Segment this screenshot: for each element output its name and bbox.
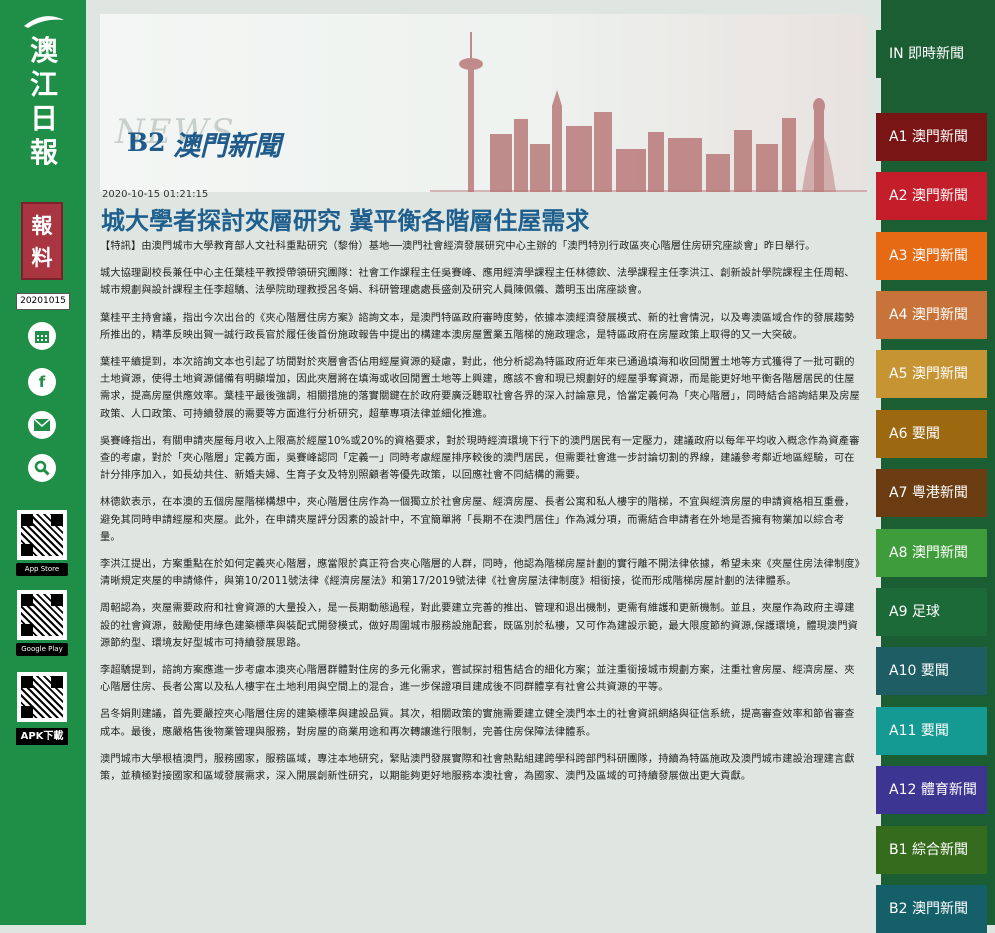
logo-char: 澳: [29, 34, 58, 67]
mail-glyph-icon: [33, 418, 51, 431]
article-body: 【特訊】由澳門城市大學教育部人文社科重點研究（黎佾）基地──澳門社會經濟發展研究…: [100, 238, 863, 795]
date-selector[interactable]: 20201015: [16, 293, 70, 310]
calendar-glyph-icon: [35, 331, 49, 343]
nav-item-a5[interactable]: A5 澳門新聞: [876, 350, 987, 398]
news-tip-char: 料: [31, 245, 53, 270]
nav-item-a8[interactable]: A8 澳門新聞: [876, 529, 987, 577]
nav-item-a9[interactable]: A9 足球: [876, 588, 987, 636]
apk-download-button[interactable]: APK下載: [16, 728, 68, 745]
article-paragraph: 【特訊】由澳門城市大學教育部人文社科重點研究（黎佾）基地──澳門社會經濟發展研究…: [100, 241, 816, 252]
logo-text: 澳 江 日 報: [15, 34, 73, 170]
nav-item-in[interactable]: IN 即時新聞: [876, 30, 987, 78]
logo-char: 江: [29, 68, 58, 101]
nav-item-b2[interactable]: B2 澳門新聞: [876, 885, 987, 933]
nav-item-a2[interactable]: A2 澳門新聞: [876, 172, 987, 220]
article-paragraph: 葉桂平主持會議，指出今次出台的《夾心階層住房方案》諮詢文本，是澳門特區政府審時度…: [100, 312, 855, 341]
nav-item-a11[interactable]: A11 要聞: [876, 707, 987, 755]
nav-item-a7[interactable]: A7 粵港新聞: [876, 469, 987, 517]
section-title: 澳門新聞: [173, 131, 281, 162]
apk-qr-code: [17, 672, 67, 722]
article-paragraph: 呂冬娟則建議，首先要嚴控夾心階層住房的建築標準與建設品質。其次，相關政策的實施需…: [100, 709, 855, 738]
macau-skyline-illustration: [430, 32, 867, 192]
nav-item-a1[interactable]: A1 澳門新聞: [876, 113, 987, 161]
article-paragraph: 李洪江提出，方案重點在於如何定義夾心階層，應當限於真正符合夾心階層的人群，同時，…: [100, 559, 860, 588]
nav-item-a12[interactable]: A12 體育新聞: [876, 766, 987, 814]
article-paragraph: 李超驕提到，諮詢方案應進一步考慮本澳夾心階層群體對住房的多元化需求，嘗試探討租售…: [100, 665, 855, 694]
article-paragraph: 葉桂平續提到，本次諮詢文本也引起了坊間對於夾層會否佔用經屋資源的疑慮，對此，他分…: [100, 357, 860, 420]
section-banner: NEWS B2 澳門新聞: [100, 14, 867, 192]
app-store-qr-code: [17, 510, 67, 560]
google-play-qr-code: [17, 590, 67, 640]
news-tip-char: 報: [31, 213, 53, 238]
article-paragraph: 周軺認為，夾屋需要政府和社會資源的大量投入，是一長期動態過程，對此要建立完善的推…: [100, 603, 859, 649]
article-timestamp: 2020-10-15 01:21:15: [102, 189, 209, 200]
logo-char: 日: [29, 102, 58, 135]
facebook-icon[interactable]: f: [28, 368, 56, 396]
nav-item-b1[interactable]: B1 綜合新聞: [876, 826, 987, 874]
search-glyph-icon: [34, 460, 50, 476]
calendar-icon[interactable]: [28, 322, 56, 350]
app-store-badge[interactable]: App Store: [16, 563, 68, 576]
nav-item-a4[interactable]: A4 澳門新聞: [876, 291, 987, 339]
article-paragraph: 林德欽表示，在本澳的五個房屋階梯構想中，夾心階層住房作為一個獨立於社會房屋、經濟…: [100, 497, 855, 543]
nav-item-a6[interactable]: A6 要聞: [876, 410, 987, 458]
mail-icon[interactable]: [28, 411, 56, 439]
article-paragraph: 吳賽峰指出，有關申請夾屋每月收入上限高於經屋10%或20%的資格要求，對於現時經…: [100, 435, 860, 482]
nav-item-a3[interactable]: A3 澳門新聞: [876, 232, 987, 280]
logo-swoosh-icon: [24, 16, 64, 28]
logo-char: 報: [29, 136, 58, 169]
left-sidebar: 澳 江 日 報 報 料 20201015 f App Store Google …: [0, 0, 86, 925]
nav-item-a10[interactable]: A10 要聞: [876, 647, 987, 695]
section-code: B2: [127, 128, 166, 157]
newspaper-logo[interactable]: 澳 江 日 報: [15, 14, 73, 170]
article-headline: 城大學者探討夾層研究 冀平衡各階層住屋需求: [101, 207, 590, 235]
news-tip-button[interactable]: 報 料: [21, 202, 63, 280]
article-paragraph: 澳門城市大學根植澳門，服務國家，服務區域，專注本地研究，緊貼澳門發展實際和社會熱…: [100, 753, 855, 783]
article-paragraph: 城大協理副校長兼任中心主任葉桂平教授帶領研究團隊：社會工作課程主任吳賽峰、應用經…: [100, 268, 855, 297]
search-icon[interactable]: [28, 454, 56, 482]
google-play-badge[interactable]: Google Play: [16, 643, 68, 656]
